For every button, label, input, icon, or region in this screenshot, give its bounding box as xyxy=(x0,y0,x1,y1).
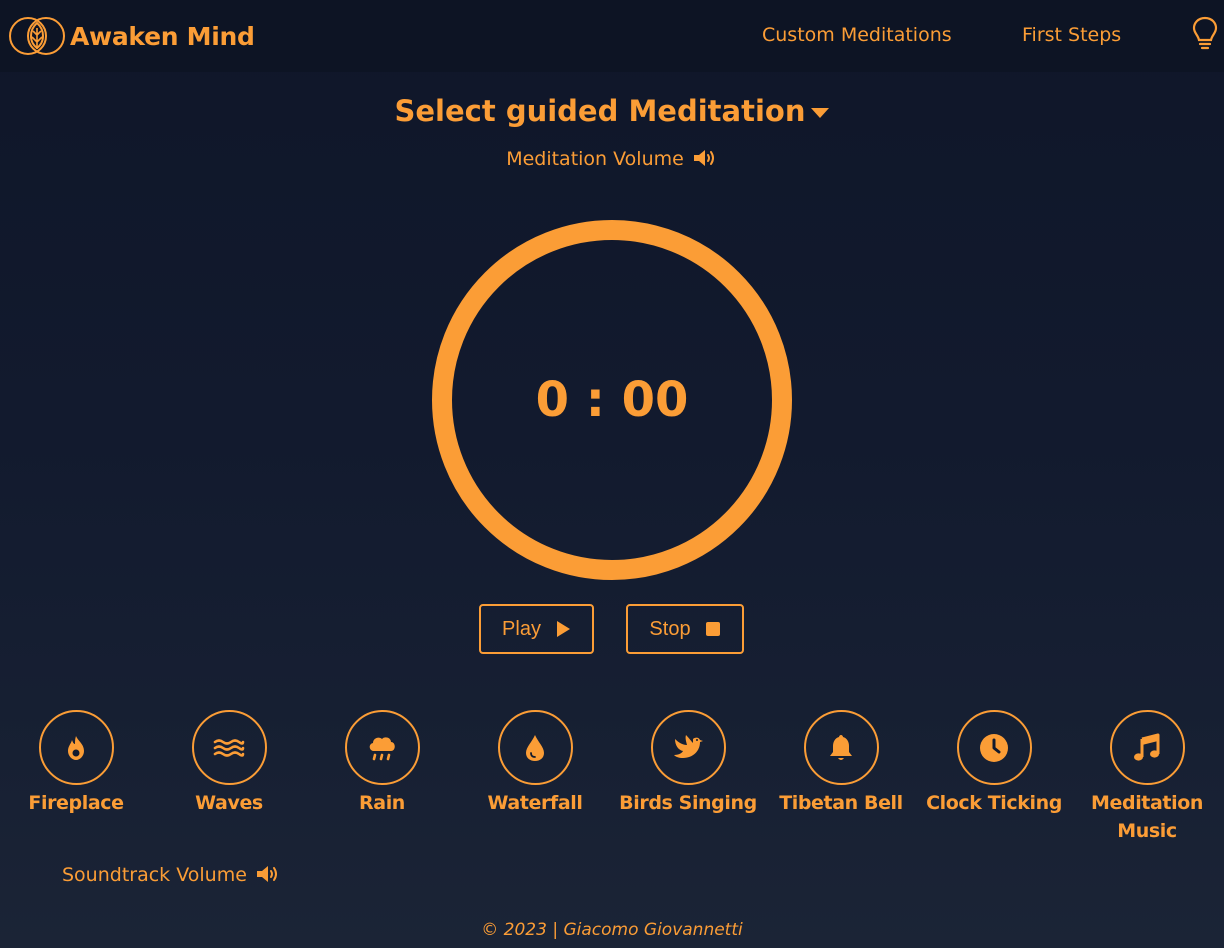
play-button[interactable]: Play xyxy=(479,604,594,654)
stop-button-label: Stop xyxy=(649,617,691,640)
sound-label: Clock Ticking xyxy=(926,792,1062,814)
volume-icon xyxy=(693,150,714,166)
volume-icon xyxy=(256,866,277,882)
sound-rain-circle xyxy=(344,710,420,785)
sound-label: Tibetan Bell xyxy=(779,792,903,814)
sound-music-circle xyxy=(1109,710,1185,785)
sound-waves-circle xyxy=(191,710,267,785)
sound-tibetan-bell[interactable]: Tibetan Bell xyxy=(771,710,911,817)
sound-birds-circle xyxy=(650,710,726,785)
sound-label: Waterfall xyxy=(487,792,583,814)
soundtrack-volume-label: Soundtrack Volume xyxy=(62,864,247,886)
sound-waves[interactable]: Waves xyxy=(159,710,299,817)
meditation-select[interactable]: Select guided Meditation xyxy=(0,94,1224,128)
sound-bell-circle xyxy=(803,710,879,785)
dove-icon xyxy=(674,734,703,758)
play-icon xyxy=(556,621,570,637)
stop-icon xyxy=(705,622,720,636)
fire-icon xyxy=(68,735,84,760)
sound-label: Birds Singing xyxy=(619,792,757,814)
sound-clock-ticking[interactable]: Clock Ticking xyxy=(924,710,1064,817)
play-button-label: Play xyxy=(502,617,541,640)
meditation-volume-label: Meditation Volume xyxy=(506,148,684,170)
brand-link[interactable]: Awaken Mind xyxy=(8,16,255,56)
nav-custom-meditations[interactable]: Custom Meditations xyxy=(762,24,952,46)
sound-label: Meditation Music xyxy=(1091,792,1203,842)
sound-clock-circle xyxy=(956,710,1032,785)
sound-meditation-music[interactable]: Meditation Music xyxy=(1077,710,1217,845)
sound-fireplace-circle xyxy=(38,710,114,785)
lightbulb-icon[interactable] xyxy=(1190,16,1220,50)
timer-display: 0 : 00 xyxy=(535,372,689,428)
meditation-volume[interactable]: Meditation Volume xyxy=(0,148,1224,170)
nav-first-steps[interactable]: First Steps xyxy=(1022,24,1121,46)
sound-rain[interactable]: Rain xyxy=(312,710,452,817)
droplet-icon xyxy=(526,734,544,761)
music-icon xyxy=(1134,733,1160,761)
bell-icon xyxy=(830,734,852,760)
sound-label: Fireplace xyxy=(28,792,124,814)
stop-button[interactable]: Stop xyxy=(626,604,744,654)
water-icon xyxy=(213,738,245,757)
brand-name: Awaken Mind xyxy=(70,21,255,51)
sound-fireplace[interactable]: Fireplace xyxy=(6,710,146,817)
soundtrack-volume[interactable]: Soundtrack Volume xyxy=(62,864,281,886)
meditation-select-label: Select guided Meditation xyxy=(394,94,806,128)
navbar: Awaken Mind Custom Meditations First Ste… xyxy=(0,0,1224,72)
sound-label: Rain xyxy=(359,792,405,814)
sound-waterfall-circle xyxy=(497,710,573,785)
sound-waterfall[interactable]: Waterfall xyxy=(465,710,605,817)
leaf-logo-icon xyxy=(9,17,65,55)
sound-birds-singing[interactable]: Birds Singing xyxy=(618,710,758,817)
cloud-rain-icon xyxy=(369,736,395,760)
footer-copyright: © 2023 | Giacomo Giovannetti xyxy=(481,920,743,940)
caret-down-icon xyxy=(811,108,830,118)
sound-label: Waves xyxy=(195,792,263,814)
clock-icon xyxy=(980,733,1008,762)
